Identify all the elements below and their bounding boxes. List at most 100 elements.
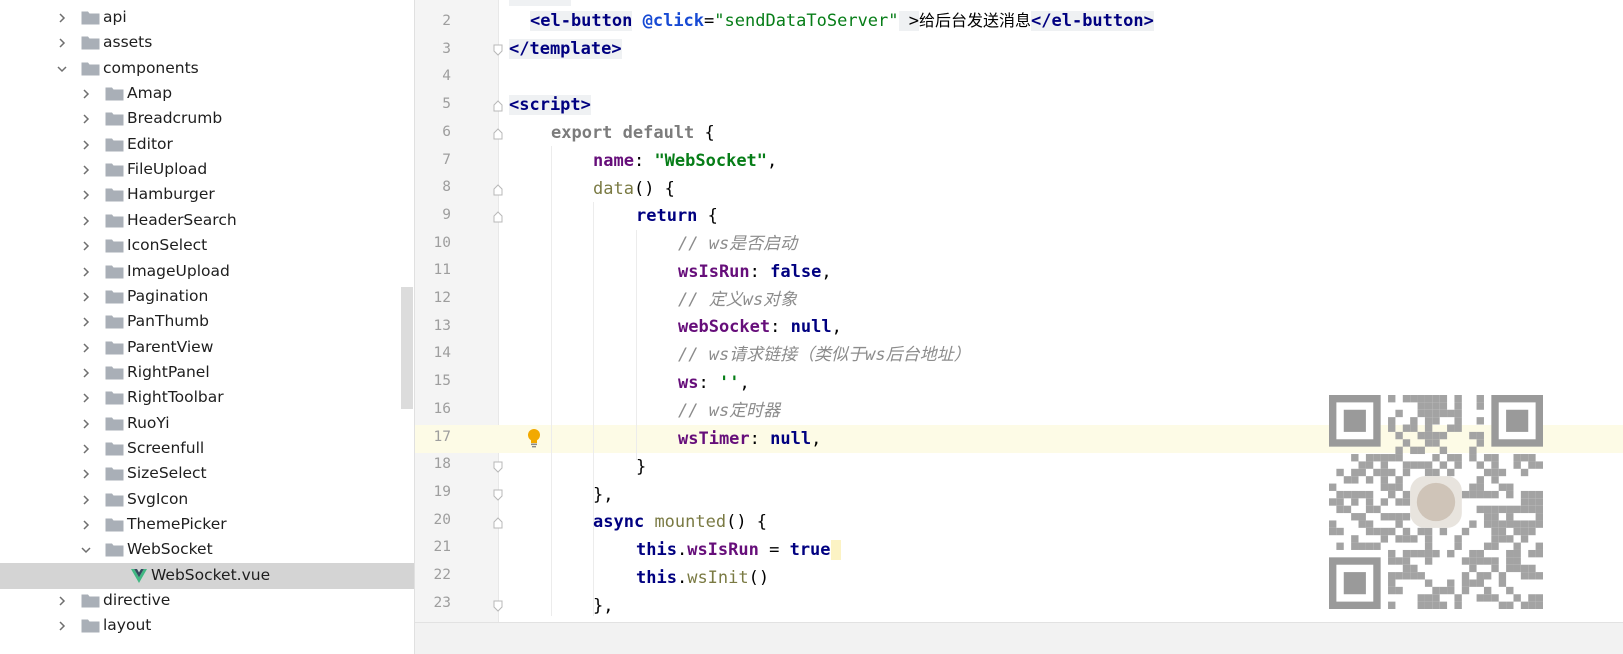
code-line-11[interactable]: wsIsRun: false, — [678, 258, 832, 286]
code-line-12[interactable]: // 定义ws对象 — [678, 286, 797, 314]
tree-item-label: HeaderSearch — [127, 210, 237, 229]
tree-item[interactable]: WebSocket.vue — [0, 562, 414, 589]
code-line-22[interactable]: this.wsInit() — [636, 564, 769, 592]
punct-token: , — [831, 317, 842, 337]
tree-item[interactable]: HeaderSearch — [0, 208, 414, 234]
code-line-8[interactable]: data() { — [593, 175, 675, 203]
tree-item[interactable]: PanThumb — [0, 309, 414, 335]
tree-item[interactable]: Editor — [0, 132, 414, 158]
punct-token: : — [698, 373, 719, 393]
code-line-20[interactable]: async mounted() { — [593, 508, 767, 536]
fold-marker-icon[interactable] — [493, 211, 503, 223]
chevron-right-icon[interactable] — [80, 342, 92, 354]
tree-item[interactable]: ImageUpload — [0, 259, 414, 285]
punct-token: , — [767, 151, 778, 171]
code-line-7[interactable]: name: "WebSocket", — [593, 147, 777, 175]
tree-item[interactable]: FileUpload — [0, 157, 414, 183]
chevron-right-icon[interactable] — [56, 37, 68, 49]
chevron-right-icon[interactable] — [80, 443, 92, 455]
chevron-right-icon[interactable] — [80, 519, 92, 531]
fold-marker-icon[interactable] — [493, 461, 503, 473]
chevron-right-icon[interactable] — [80, 113, 92, 125]
property-token: name — [593, 151, 634, 171]
tree-item[interactable]: IconSelect — [0, 233, 414, 259]
tree-item[interactable]: layout — [0, 613, 414, 639]
tree-item[interactable]: assets — [0, 30, 414, 56]
line-number: 6 — [442, 123, 451, 140]
chevron-right-icon[interactable] — [80, 88, 92, 100]
code-line-16[interactable]: // ws定时器 — [678, 397, 780, 425]
code-line-18[interactable]: } — [636, 453, 646, 481]
chevron-right-icon[interactable] — [80, 291, 92, 303]
chevron-right-icon[interactable] — [80, 189, 92, 201]
fold-marker-icon[interactable] — [493, 100, 503, 112]
code-line-5[interactable]: <script> — [509, 91, 591, 119]
code-line-10[interactable]: // ws是否启动 — [678, 230, 797, 258]
fold-marker-icon[interactable] — [493, 184, 503, 196]
tree-item[interactable]: directive — [0, 588, 414, 614]
tree-item[interactable]: Breadcrumb — [0, 106, 414, 132]
project-tree-panel: api assets components Amap Breadcrumb Editor F… — [0, 0, 415, 654]
tree-item[interactable]: Hamburger — [0, 182, 414, 208]
fold-marker-icon[interactable] — [493, 600, 503, 612]
fold-marker-icon[interactable] — [493, 44, 503, 56]
chevron-right-icon[interactable] — [80, 266, 92, 278]
fold-marker-icon[interactable] — [493, 489, 503, 501]
chevron-right-icon[interactable] — [56, 620, 68, 632]
code-line-3[interactable]: </template> — [509, 35, 622, 63]
chevron-right-icon[interactable] — [56, 595, 68, 607]
tree-item-label: RightPanel — [127, 362, 210, 381]
folder-icon — [81, 36, 100, 50]
tree-item[interactable]: api — [0, 5, 414, 31]
indent-guide — [551, 146, 552, 616]
chevron-right-icon[interactable] — [80, 215, 92, 227]
tree-scrollbar-thumb[interactable] — [401, 287, 413, 409]
tree-item[interactable]: RuoYi — [0, 411, 414, 437]
chevron-right-icon[interactable] — [80, 494, 92, 506]
chevron-right-icon[interactable] — [80, 468, 92, 480]
fold-marker-icon[interactable] — [493, 517, 503, 529]
lightbulb-icon[interactable] — [527, 428, 541, 448]
tree-item[interactable]: SvgIcon — [0, 487, 414, 513]
tree-item-label: components — [103, 58, 199, 77]
chevron-right-icon[interactable] — [80, 367, 92, 379]
folder-icon — [105, 315, 124, 329]
tree-item[interactable]: components — [0, 56, 414, 82]
folder-icon — [105, 163, 124, 177]
tree-item[interactable]: Pagination — [0, 284, 414, 310]
tree-item[interactable]: WebSocket — [0, 537, 414, 563]
tree-item[interactable]: ParentView — [0, 335, 414, 361]
chevron-down-icon[interactable] — [80, 544, 92, 556]
tree-item[interactable]: RightPanel — [0, 360, 414, 386]
tree-item[interactable]: ThemePicker — [0, 512, 414, 538]
code-line-6[interactable]: export default { — [551, 119, 715, 147]
chevron-right-icon[interactable] — [80, 316, 92, 328]
code-line-19[interactable]: }, — [593, 481, 613, 509]
chevron-right-icon[interactable] — [80, 418, 92, 430]
code-line-17[interactable]: wsTimer: null, — [678, 425, 821, 453]
tree-item[interactable]: RightToolbar — [0, 385, 414, 411]
code-line-15[interactable]: ws: '', — [678, 369, 750, 397]
line-number: 19 — [433, 483, 451, 500]
folder-icon — [105, 543, 124, 557]
chevron-right-icon[interactable] — [56, 12, 68, 24]
tree-item[interactable]: SizeSelect — [0, 461, 414, 487]
chevron-right-icon[interactable] — [80, 240, 92, 252]
code-line-9[interactable]: return { — [636, 202, 718, 230]
code-line-13[interactable]: webSocket: null, — [678, 313, 842, 341]
tree-item[interactable]: Screenfull — [0, 436, 414, 462]
chevron-down-icon[interactable] — [56, 63, 68, 75]
chevron-right-icon[interactable] — [80, 139, 92, 151]
code-line-2[interactable]: <el-button @click="sendDataToServer" >给后… — [530, 7, 1154, 35]
code-line-14[interactable]: // ws请求链接（类似于ws后台地址） — [678, 341, 971, 369]
tree-item-label: ParentView — [127, 337, 214, 356]
chevron-right-icon[interactable] — [80, 392, 92, 404]
chevron-right-icon[interactable] — [80, 164, 92, 176]
tag-token: </template> — [509, 39, 622, 59]
folder-icon — [105, 391, 124, 405]
punct-token: . — [676, 540, 688, 560]
code-line-21[interactable]: this.wsIsRun = true — [636, 536, 841, 564]
fold-marker-icon[interactable] — [493, 128, 503, 140]
code-line-23[interactable]: }, — [593, 592, 613, 620]
tree-item[interactable]: Amap — [0, 81, 414, 107]
